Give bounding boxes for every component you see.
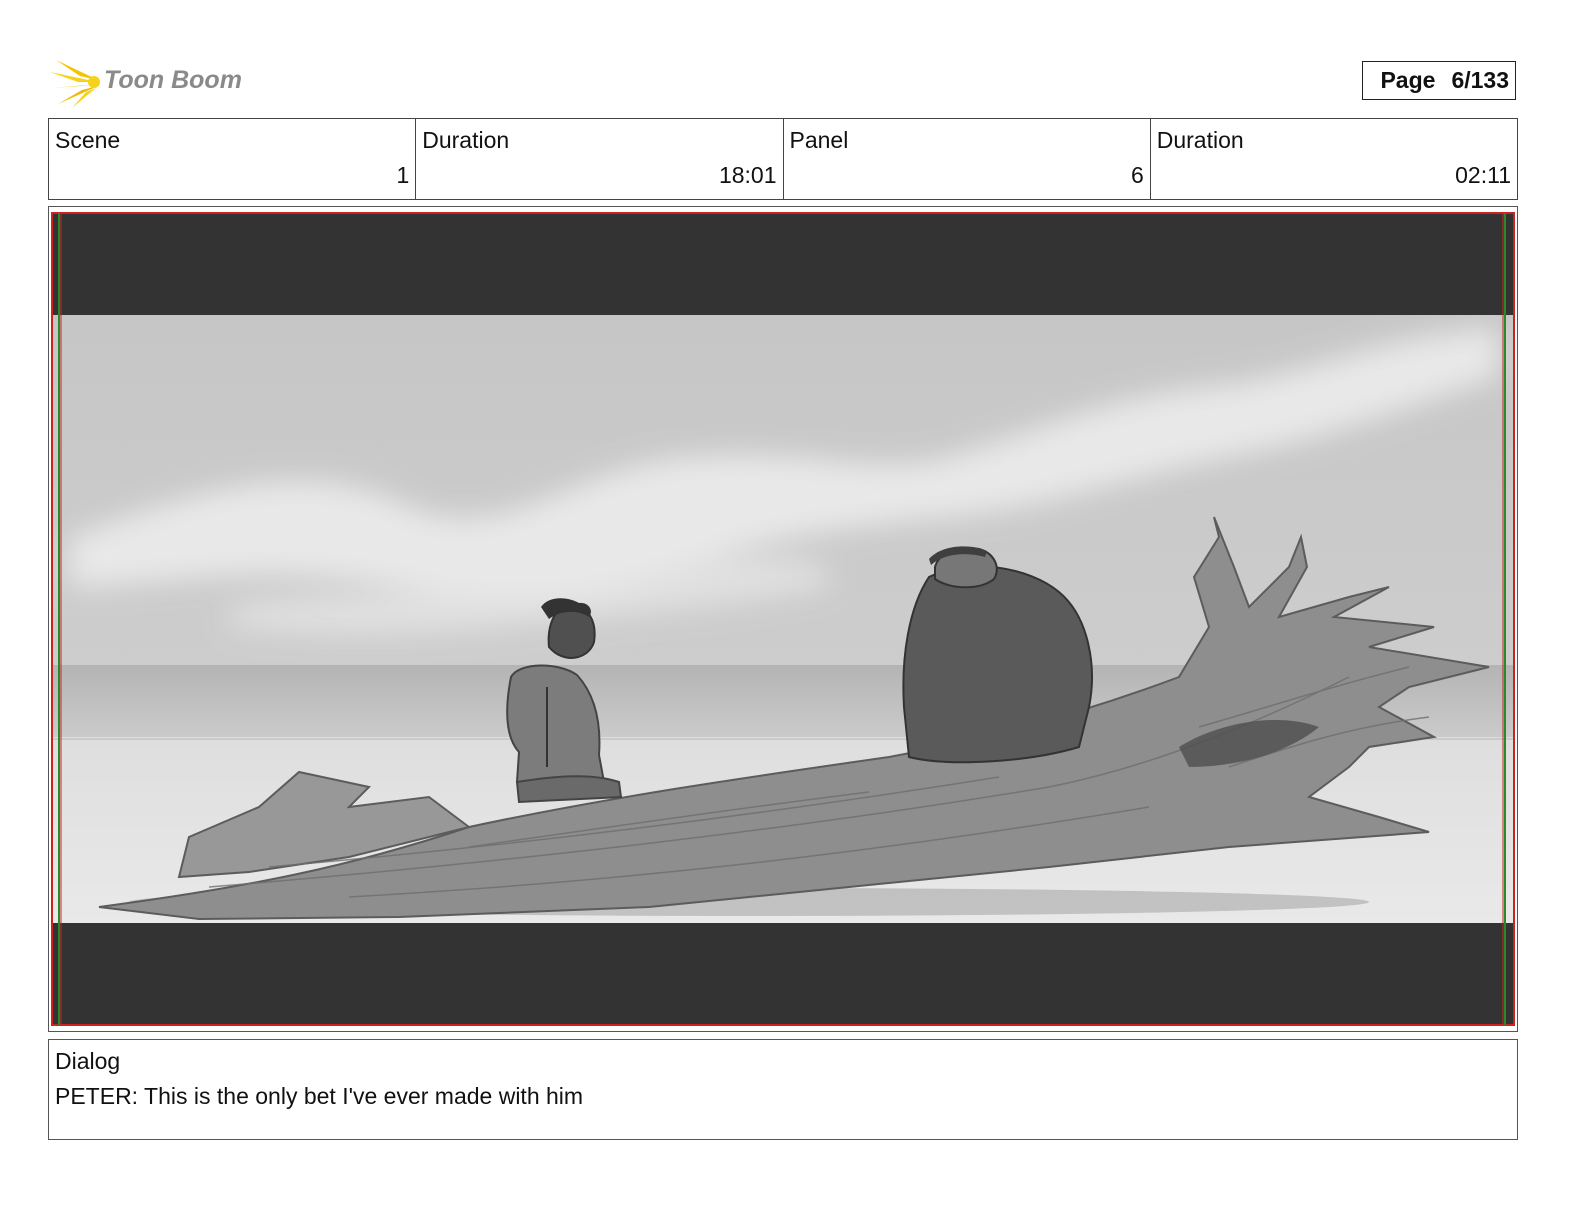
panel-value: 6 — [1130, 162, 1144, 188]
panel-cell: Panel 6 — [784, 119, 1151, 199]
panel-duration-label: Duration — [1156, 127, 1244, 153]
scene-value: 1 — [396, 162, 410, 188]
panel-duration-cell: Duration 02:11 — [1151, 119, 1517, 199]
dialog-text: PETER: This is the only bet I've ever ma… — [55, 1083, 584, 1109]
scene-duration-label: Duration — [422, 127, 510, 153]
dialog-label: Dialog — [55, 1048, 121, 1074]
scene-info-table: Scene 1 Duration 18:01 Panel 6 Duration … — [48, 118, 1518, 200]
panel-label: Panel — [789, 127, 849, 153]
dialog-box: Dialog PETER: This is the only bet I've … — [48, 1039, 1518, 1140]
scene-duration-cell: Duration 18:01 — [416, 119, 784, 199]
page-label: Page — [1380, 67, 1436, 93]
page-number: 6/133 — [1451, 67, 1509, 93]
page-indicator: Page 6/133 — [1362, 61, 1516, 100]
storyboard-drawing-icon — [51, 212, 1515, 1026]
scene-duration-value: 18:01 — [718, 162, 777, 188]
storyboard-panel — [48, 206, 1518, 1032]
logo-text: Toon Boom — [104, 66, 242, 94]
panel-duration-value: 02:11 — [1455, 162, 1511, 188]
scene-label: Scene — [55, 127, 121, 153]
scene-cell: Scene 1 — [49, 119, 417, 199]
